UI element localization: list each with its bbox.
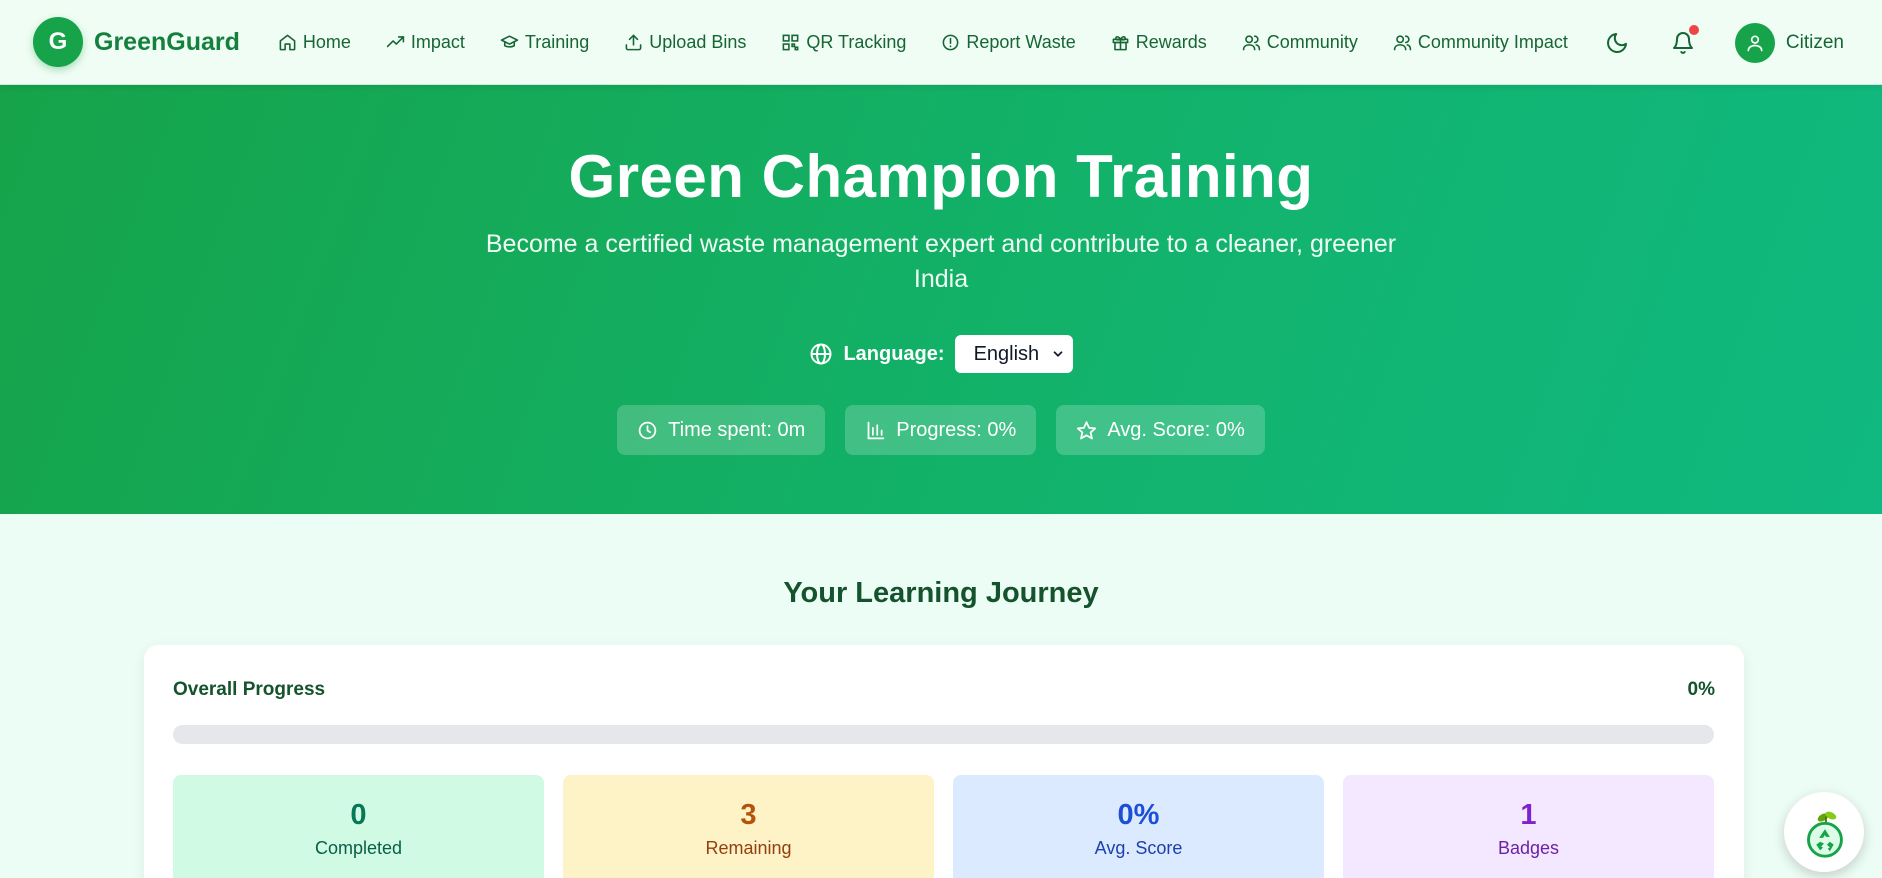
users-icon <box>1242 34 1261 50</box>
learning-journey-card: Overall Progress 0% 0 Completed 3 Remain… <box>144 645 1744 878</box>
upload-icon <box>625 34 642 50</box>
nav-item-community-impact[interactable]: Community Impact <box>1393 32 1568 53</box>
avg-score-label: Avg. Score <box>1094 838 1183 858</box>
overall-progress-bar <box>173 725 1714 744</box>
progress-text: Progress: 0% <box>896 418 1017 441</box>
stat-tiles: 0 Completed 3 Remaining 0% Avg. Score 1 … <box>173 775 1714 878</box>
completed-count: 0 <box>350 799 367 831</box>
logo-badge: G <box>33 17 83 67</box>
completed-label: Completed <box>314 838 403 858</box>
user-role-label: Citizen <box>1785 31 1844 53</box>
progress-stat: Progress: 0% <box>845 405 1037 455</box>
nav-item-report-waste[interactable]: Report Waste <box>941 31 1076 53</box>
completed-tile: 0 Completed <box>173 775 544 878</box>
overall-progress-label: Overall Progress <box>173 679 326 700</box>
remaining-label: Remaining <box>705 838 792 858</box>
nav-item-label: Training <box>524 31 590 52</box>
bar-chart-icon <box>867 421 885 439</box>
chevron-down-icon <box>1053 351 1062 357</box>
nav-links: Home Impact Training Upload Bins QR Trac… <box>278 32 1568 53</box>
notifications-button[interactable] <box>1669 24 1699 57</box>
recycle-icon <box>1807 811 1843 858</box>
nav-item-upload-bins[interactable]: Upload Bins <box>624 32 746 53</box>
nav-item-training[interactable]: Training <box>500 32 589 53</box>
home-icon <box>279 34 296 50</box>
nav-item-community[interactable]: Community <box>1242 32 1358 53</box>
theme-toggle-button[interactable] <box>1603 29 1631 57</box>
language-selector-row: Language: English <box>0 335 1882 373</box>
avg-score-stat: Avg. Score: 0% <box>1056 405 1265 455</box>
badges-count: 1 <box>1520 799 1537 831</box>
nav-item-label: Impact <box>410 31 465 52</box>
badges-tile: 1 Badges <box>1343 775 1714 878</box>
nav-item-impact[interactable]: Impact <box>386 32 465 53</box>
avatar <box>1734 22 1775 63</box>
notification-dot <box>1688 24 1699 35</box>
nav-item-label: Home <box>302 31 351 52</box>
avg-score-value: 0% <box>1117 799 1160 831</box>
nav-item-label: Community <box>1266 31 1358 52</box>
nav-item-label: QR Tracking <box>806 31 907 52</box>
top-navbar: G GreenGuard Home Impact Training Upload… <box>0 0 1882 85</box>
time-spent-text: Time spent: 0m <box>668 418 806 441</box>
trending-up-icon <box>386 35 405 47</box>
nav-item-qr-tracking[interactable]: QR Tracking <box>781 32 906 53</box>
brand-name: GreenGuard <box>94 27 240 56</box>
hero-subtitle: Become a certified waste management expe… <box>485 230 1397 293</box>
moon-icon <box>1607 32 1627 53</box>
brand-logo[interactable]: G GreenGuard <box>33 17 240 67</box>
page-title: Green Champion Training <box>568 143 1314 210</box>
user-icon <box>1747 35 1763 51</box>
overall-progress-value: 0% <box>1687 679 1715 700</box>
avg-score-tile: 0% Avg. Score <box>953 775 1324 878</box>
recycle-assistant-button[interactable] <box>1784 792 1864 872</box>
globe-icon <box>810 343 832 365</box>
badges-label: Badges <box>1497 838 1560 858</box>
alert-circle-icon <box>942 34 959 50</box>
remaining-count: 3 <box>740 799 757 831</box>
avg-score-text: Avg. Score: 0% <box>1107 418 1245 441</box>
clock-icon <box>638 421 657 439</box>
nav-item-rewards[interactable]: Rewards <box>1111 32 1207 53</box>
gift-icon <box>1112 35 1129 50</box>
nav-item-label: Rewards <box>1135 31 1207 52</box>
language-label: Language: <box>843 342 945 365</box>
language-select[interactable]: English <box>954 335 1073 373</box>
time-spent-stat: Time spent: 0m <box>617 405 826 455</box>
section-title: Your Learning Journey <box>783 577 1099 609</box>
nav-actions: Citizen <box>1603 0 1844 85</box>
hero-section: Green Champion Training Become a certifi… <box>0 85 1882 514</box>
overall-progress-header: Overall Progress 0% <box>173 679 1715 701</box>
user-menu[interactable]: Citizen <box>1734 22 1844 63</box>
graduation-cap-icon <box>500 34 519 48</box>
language-selected-value: English <box>973 342 1040 365</box>
qr-code-icon <box>782 34 799 50</box>
remaining-tile: 3 Remaining <box>563 775 934 878</box>
hero-stats: Time spent: 0m Progress: 0% Avg. Score: … <box>0 405 1882 455</box>
nav-item-label: Upload Bins <box>649 31 747 52</box>
star-icon <box>1077 420 1097 439</box>
nav-item-label: Report Waste <box>966 31 1076 52</box>
users-icon <box>1393 34 1412 50</box>
nav-item-home[interactable]: Home <box>278 32 351 53</box>
nav-item-label: Community Impact <box>1417 31 1568 52</box>
